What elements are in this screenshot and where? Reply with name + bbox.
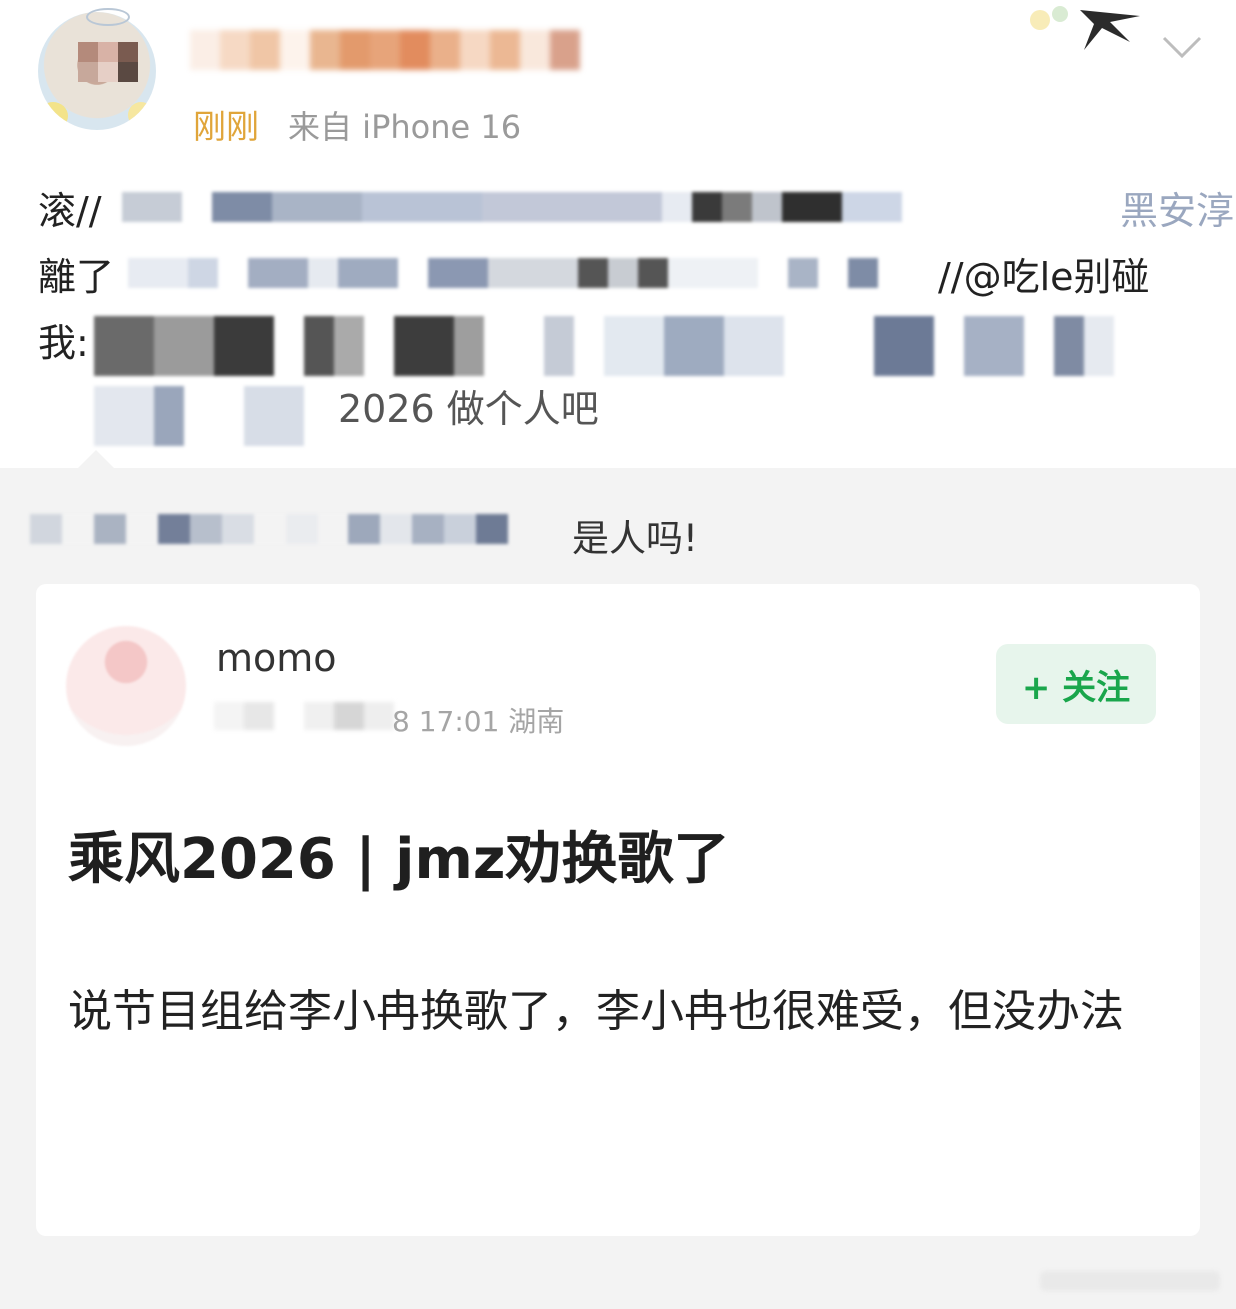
blur-block: [370, 30, 400, 70]
cup-sticker: [128, 102, 154, 128]
blur-block: [490, 30, 520, 70]
blur-block: [430, 30, 460, 70]
quoted-body: 说节目组给李小冉换歌了，李小冉也很难受，但没办法: [68, 986, 1124, 1037]
post-source: 来自 iPhone 16: [288, 108, 522, 146]
blur-block: [460, 30, 490, 70]
mosaic-blur: [94, 386, 304, 446]
avatar-pixel: [78, 42, 98, 62]
post-line: 離了: [38, 244, 114, 310]
mosaic-blur: [30, 514, 508, 544]
username-blurred[interactable]: [190, 30, 610, 74]
chevron-down-icon[interactable]: [1160, 28, 1204, 64]
blur-block: [190, 30, 220, 70]
follow-button[interactable]: + 关注: [996, 644, 1156, 724]
quoted-title: 乘风2026 | jmz劝换歌了: [68, 827, 730, 892]
post-line: 滚//: [38, 178, 102, 244]
post-header: 刚刚 来自 iPhone 16: [0, 0, 1236, 160]
lemon-sticker: [38, 102, 68, 130]
repost-comment: 是人吗!: [572, 517, 698, 560]
post-line-tail: 黑安淳: [1120, 189, 1235, 233]
blur-block: [340, 30, 370, 70]
post-text: 滚// 黑安淳 離了 //@吃le别碰 我: 2026 做个人吧: [38, 178, 1234, 448]
watermark: [1040, 1271, 1220, 1291]
post-line-tail: 2026 做个人吧: [338, 387, 599, 431]
quoted-meta: 8 17:01 湖南: [392, 705, 565, 738]
quoted-avatar[interactable]: [66, 626, 186, 746]
blur-block: [280, 30, 310, 70]
post-line: 我:: [38, 310, 89, 376]
avatar[interactable]: [38, 12, 156, 130]
avatar-pixel: [98, 42, 118, 62]
post-line-prefix: 滚//: [38, 189, 102, 233]
post-timestamp: 刚刚: [193, 107, 259, 146]
mosaic-blur: [128, 258, 878, 288]
post-line-prefix: 離了: [38, 255, 115, 299]
quoted-username[interactable]: momo: [216, 636, 337, 680]
blur-block: [520, 30, 550, 70]
avatar-pixel: [118, 42, 138, 62]
halo-decoration: [86, 8, 130, 26]
avatar-pixel: [118, 62, 138, 82]
mosaic-blur: [214, 702, 394, 730]
mention-text[interactable]: //@吃le别碰: [938, 244, 1150, 310]
blur-block: [250, 30, 280, 70]
blur-block: [400, 30, 430, 70]
quoted-post-card[interactable]: momo 8 17:01 湖南 + 关注 乘风2026 | jmz劝换歌了 说节…: [36, 584, 1200, 1236]
blur-block: [310, 30, 340, 70]
blur-block: [550, 30, 580, 70]
mosaic-blur: [122, 192, 902, 222]
avatar-pixel: [98, 62, 118, 82]
repost-pointer: [78, 450, 114, 468]
repost-area[interactable]: 是人吗! momo 8 17:01 湖南 + 关注 乘风2026 | jmz劝换…: [0, 450, 1236, 1309]
post-line-prefix: 我:: [38, 321, 89, 365]
blur-block: [220, 30, 250, 70]
avatar-pixel: [78, 62, 98, 82]
swallow-icon: [1030, 6, 1140, 50]
mosaic-blur: [94, 316, 1114, 376]
